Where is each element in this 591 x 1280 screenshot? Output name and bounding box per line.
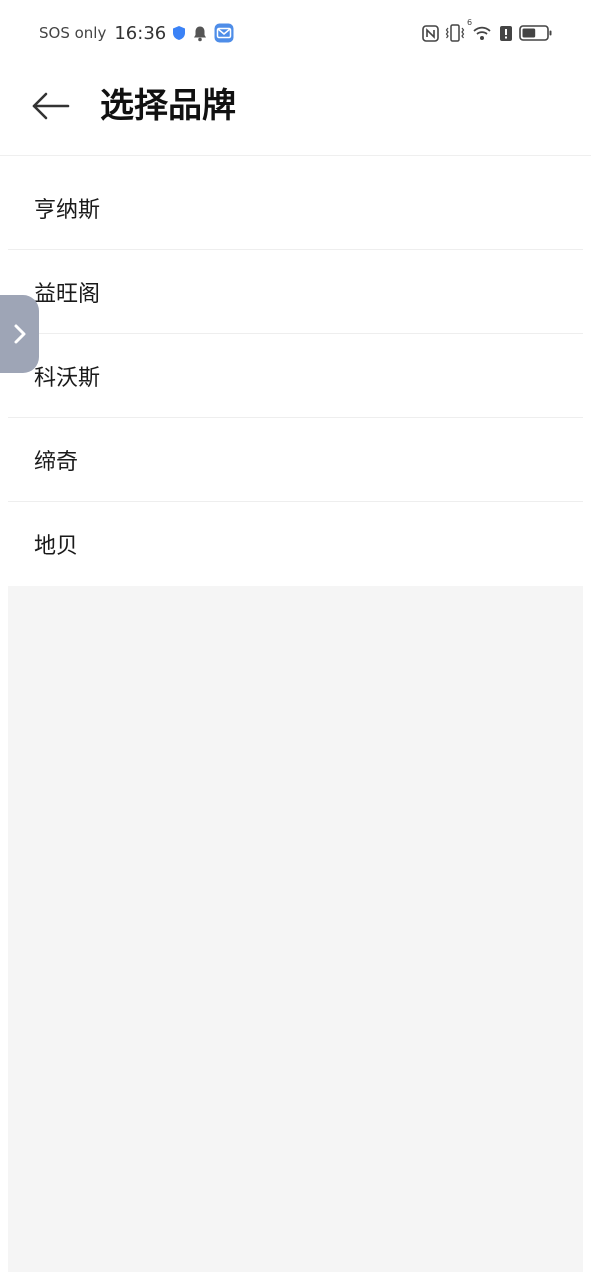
content-area: 亨纳斯 益旺阁 科沃斯 缔奇 地贝: [8, 166, 583, 1272]
status-bar: SOS only 16:36 6: [0, 0, 591, 66]
wifi-icon: 6: [467, 18, 493, 42]
brand-item[interactable]: 缔奇: [8, 418, 583, 502]
side-handle[interactable]: [0, 295, 39, 373]
back-button[interactable]: [26, 86, 74, 126]
status-left: SOS only 16:36: [39, 23, 234, 44]
brand-item[interactable]: 地贝: [8, 502, 583, 586]
brand-item[interactable]: 益旺阁: [8, 250, 583, 334]
battery-icon: [519, 24, 553, 42]
alert-icon: [499, 25, 513, 42]
shield-icon: [172, 25, 186, 41]
chevron-right-icon: [13, 323, 27, 345]
status-right: 6: [422, 18, 553, 42]
bell-icon: [192, 25, 208, 42]
screen: SOS only 16:36 6 选择品牌 亨纳斯 益旺阁 科沃斯 缔奇 地贝: [0, 0, 591, 1280]
brand-item[interactable]: 科沃斯: [8, 334, 583, 418]
nfc-icon: [422, 24, 439, 42]
app-header: 选择品牌: [0, 66, 591, 156]
vibrate-icon: [445, 24, 465, 42]
brand-list: 亨纳斯 益旺阁 科沃斯 缔奇 地贝: [8, 166, 583, 586]
carrier-text: SOS only: [39, 24, 107, 42]
clock: 16:36: [114, 22, 167, 44]
brand-item[interactable]: 亨纳斯: [8, 166, 583, 250]
page-title: 选择品牌: [100, 86, 236, 126]
arrow-left-icon: [30, 91, 70, 121]
wifi-label: 6: [467, 18, 473, 27]
mail-app-icon: [214, 23, 234, 43]
